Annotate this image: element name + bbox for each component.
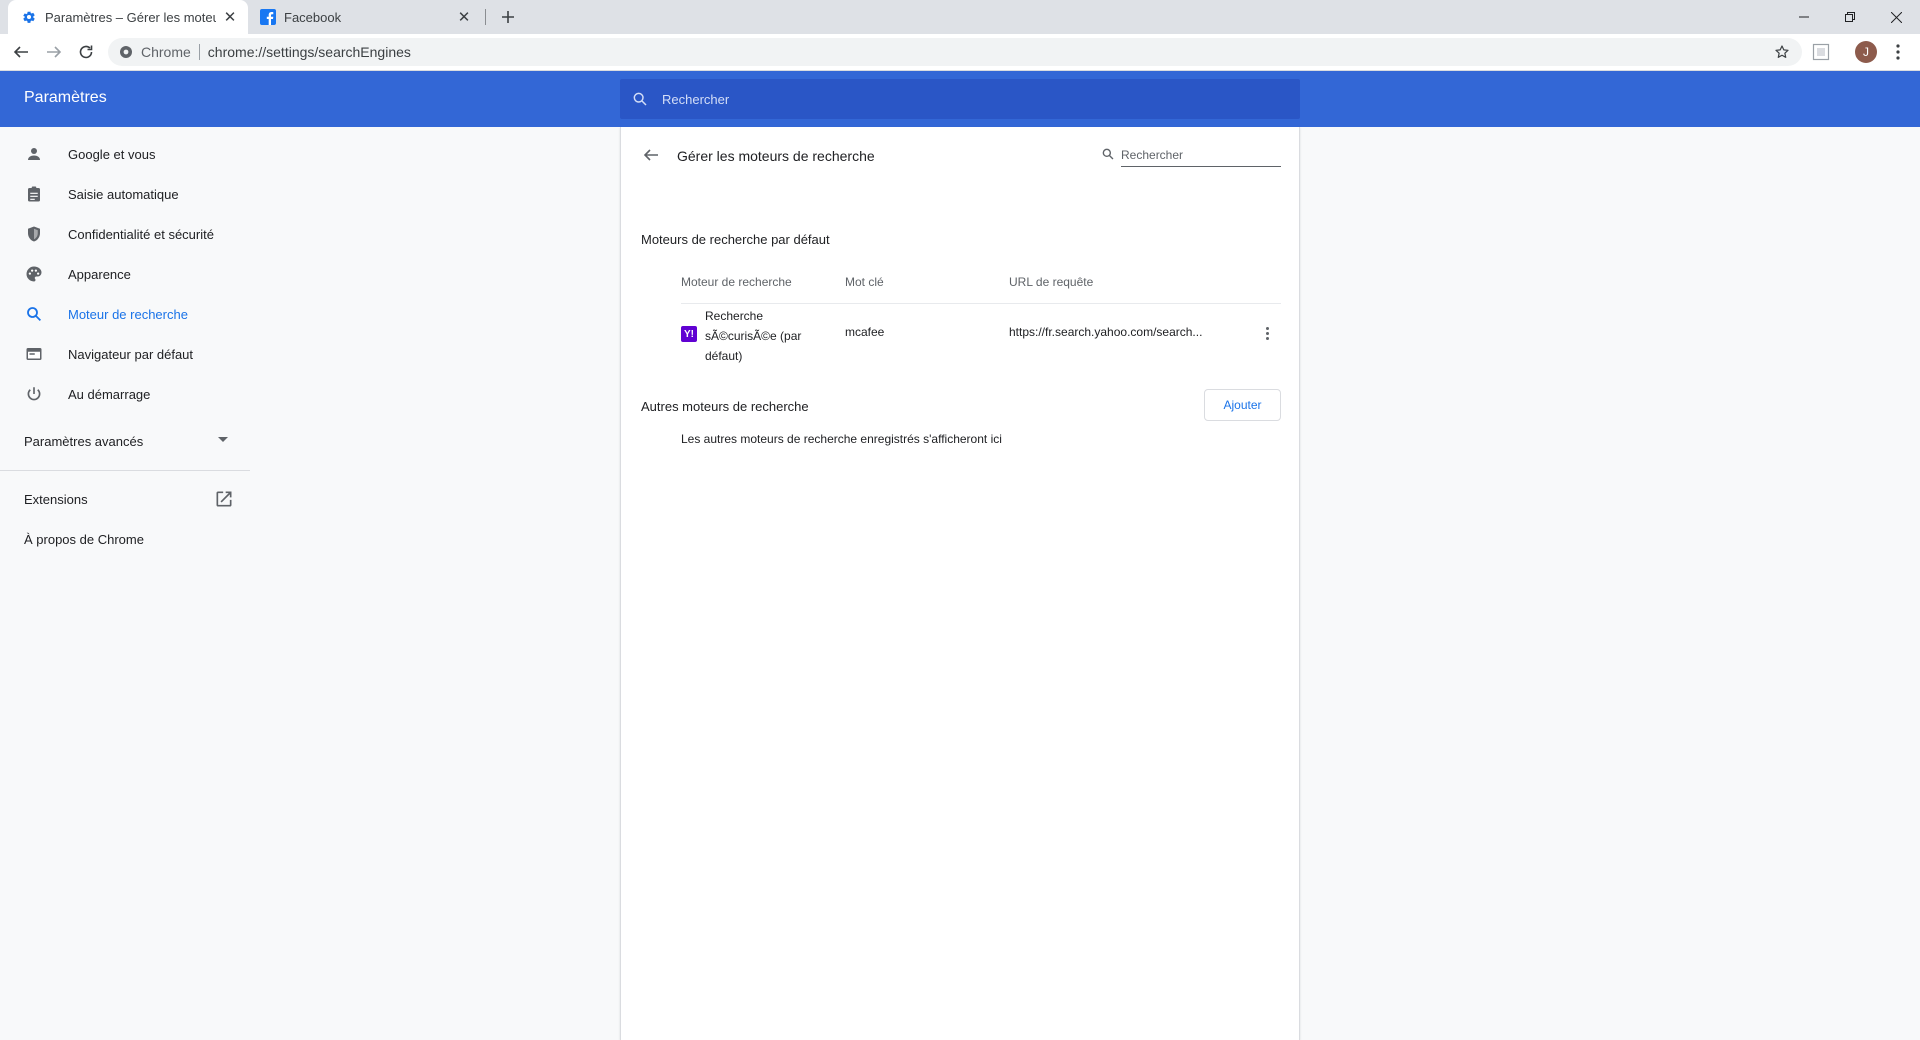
sidebar-item-label: Au démarrage bbox=[68, 386, 151, 402]
yahoo-icon: Y! bbox=[681, 326, 697, 342]
search-icon bbox=[24, 304, 44, 324]
tab-title: Paramètres – Gérer les moteurs de recher… bbox=[45, 9, 216, 25]
clipboard-icon bbox=[24, 184, 44, 204]
sidebar-item-label: Moteur de recherche bbox=[68, 306, 188, 322]
close-icon[interactable]: ✕ bbox=[222, 9, 238, 26]
close-window-button[interactable] bbox=[1873, 0, 1919, 34]
shield-icon bbox=[24, 224, 44, 244]
menu-button[interactable] bbox=[1886, 40, 1910, 64]
extension-button[interactable] bbox=[1809, 40, 1833, 64]
arrow-left-icon bbox=[13, 46, 28, 58]
engine-keyword: mcafee bbox=[845, 325, 885, 339]
new-tab-button[interactable] bbox=[496, 5, 520, 29]
sidebar-item-label: Navigateur par défaut bbox=[68, 346, 194, 362]
sidebar-item-label: Apparence bbox=[68, 266, 131, 282]
settings-search-input[interactable]: Rechercher bbox=[620, 79, 1300, 119]
sidebar-item-label: Google et vous bbox=[68, 146, 156, 162]
search-engines-card: Gérer les moteurs de recherche Recherche… bbox=[620, 127, 1300, 1040]
empty-other-engines-message: Les autres moteurs de recherche enregist… bbox=[681, 432, 1002, 446]
other-engines-heading: Autres moteurs de recherche bbox=[641, 399, 809, 414]
about-label: À propos de Chrome bbox=[24, 531, 144, 547]
engine-url: https://fr.search.yahoo.com/search... bbox=[1009, 325, 1203, 339]
person-icon bbox=[24, 144, 44, 164]
power-icon bbox=[24, 384, 44, 404]
open-in-new-icon bbox=[214, 489, 234, 509]
minimize-icon bbox=[1799, 16, 1809, 18]
close-icon[interactable]: ✕ bbox=[456, 9, 472, 26]
more-actions-icon[interactable] bbox=[1259, 323, 1275, 343]
tab-title: Facebook bbox=[284, 9, 342, 25]
search-icon bbox=[1101, 147, 1117, 163]
profile-avatar[interactable]: J bbox=[1855, 41, 1877, 63]
back-button[interactable] bbox=[9, 40, 33, 64]
sidebar-item-autofill[interactable]: Saisie automatique bbox=[0, 174, 250, 214]
omnibox-chip: Chrome bbox=[141, 44, 191, 60]
facebook-icon bbox=[260, 9, 276, 25]
page-title: Gérer les moteurs de recherche bbox=[677, 148, 875, 164]
browser-icon bbox=[24, 344, 44, 364]
arrow-right-icon bbox=[47, 46, 62, 58]
engine-name: Recherche sÃ©curisÃ©e (par défaut) bbox=[705, 309, 802, 363]
settings-header: Paramètres Rechercher bbox=[0, 71, 1920, 127]
tab-strip: Paramètres – Gérer les moteurs de recher… bbox=[0, 0, 1920, 34]
sidebar-item-search-engine[interactable]: Moteur de recherche bbox=[0, 294, 250, 334]
gear-icon bbox=[21, 9, 37, 25]
table-divider bbox=[681, 303, 1281, 304]
reload-icon bbox=[79, 45, 93, 59]
search-engines-search-input[interactable]: Rechercher bbox=[1101, 143, 1281, 167]
sidebar-item-appearance[interactable]: Apparence bbox=[0, 254, 250, 294]
palette-icon bbox=[24, 264, 44, 284]
tab-facebook[interactable]: Facebook ✕ bbox=[250, 0, 482, 34]
tab-separator bbox=[485, 9, 486, 25]
browser-toolbar: Chrome chrome://settings/searchEngines J bbox=[0, 34, 1920, 71]
column-header-url: URL de requête bbox=[1009, 275, 1094, 289]
omnibox-separator bbox=[198, 44, 200, 60]
sidebar-item-label: Saisie automatique bbox=[68, 186, 179, 202]
add-search-engine-button[interactable]: Ajouter bbox=[1204, 389, 1281, 421]
tab-settings[interactable]: Paramètres – Gérer les moteurs de recher… bbox=[8, 0, 248, 34]
search-placeholder: Rechercher bbox=[662, 91, 730, 107]
extensions-label: Extensions bbox=[24, 491, 88, 507]
more-vert-icon bbox=[1896, 44, 1900, 60]
star-icon[interactable] bbox=[1772, 42, 1792, 62]
forward-button[interactable] bbox=[42, 40, 66, 64]
restore-button[interactable] bbox=[1827, 0, 1873, 34]
chrome-icon bbox=[120, 46, 132, 58]
advanced-label: Paramètres avancés bbox=[24, 433, 144, 449]
search-icon bbox=[633, 92, 647, 106]
sidebar-item-privacy[interactable]: Confidentialité et sécurité bbox=[0, 214, 250, 254]
sidebar-divider bbox=[0, 470, 250, 471]
plus-icon bbox=[502, 11, 514, 23]
sidebar-item-label: Confidentialité et sécurité bbox=[68, 226, 214, 242]
sidebar-advanced-toggle[interactable]: Paramètres avancés bbox=[0, 421, 250, 461]
sidebar-item-extensions[interactable]: Extensions bbox=[0, 479, 250, 519]
extension-icon bbox=[1812, 43, 1830, 61]
back-button[interactable] bbox=[639, 143, 663, 167]
column-header-keyword: Mot clé bbox=[845, 275, 884, 289]
sidebar-item-about[interactable]: À propos de Chrome bbox=[0, 519, 250, 559]
minimize-button[interactable] bbox=[1781, 0, 1827, 34]
settings-title: Paramètres bbox=[24, 89, 107, 106]
omnibox-url: chrome://settings/searchEngines bbox=[207, 44, 411, 60]
restore-icon bbox=[1845, 12, 1855, 22]
column-header-engine: Moteur de recherche bbox=[681, 275, 792, 289]
address-bar[interactable]: Chrome chrome://settings/searchEngines bbox=[108, 38, 1802, 66]
arrow-left-icon bbox=[643, 149, 658, 161]
sidebar-item-google[interactable]: Google et vous bbox=[0, 134, 250, 174]
sidebar-item-default-browser[interactable]: Navigateur par défaut bbox=[0, 334, 250, 374]
sidebar-item-startup[interactable]: Au démarrage bbox=[0, 374, 250, 414]
default-engines-heading: Moteurs de recherche par défaut bbox=[641, 232, 830, 247]
caret-down-icon bbox=[218, 437, 228, 442]
close-icon bbox=[1890, 11, 1902, 23]
search-placeholder: Rechercher bbox=[1121, 143, 1281, 167]
reload-button[interactable] bbox=[74, 40, 98, 64]
